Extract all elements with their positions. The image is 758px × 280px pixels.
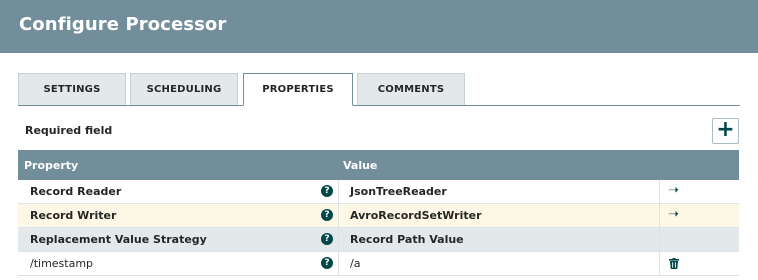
property-value[interactable]: JsonTreeReader bbox=[350, 185, 447, 198]
column-divider bbox=[338, 252, 339, 275]
column-divider bbox=[659, 252, 660, 275]
add-property-button[interactable]: + bbox=[712, 118, 739, 144]
tab-properties[interactable]: PROPERTIES bbox=[243, 73, 353, 106]
table-row: Replacement Value Strategy ? Record Path… bbox=[18, 228, 739, 252]
go-to-arrow-icon[interactable]: ➝ bbox=[668, 207, 679, 222]
tab-comments[interactable]: COMMENTS bbox=[357, 73, 465, 105]
question-circle-icon[interactable]: ? bbox=[321, 233, 333, 245]
tab-divider bbox=[18, 105, 740, 106]
column-divider bbox=[659, 180, 660, 203]
column-divider bbox=[659, 228, 660, 251]
question-circle-icon[interactable]: ? bbox=[321, 257, 333, 269]
question-circle-icon[interactable]: ? bbox=[321, 209, 333, 221]
table-header: Property Value bbox=[18, 150, 739, 180]
column-divider bbox=[338, 228, 339, 251]
properties-table: Property Value Record Reader ? JsonTreeR… bbox=[18, 150, 739, 276]
tab-settings[interactable]: SETTINGS bbox=[18, 73, 126, 105]
property-name: Record Reader bbox=[30, 185, 122, 198]
dialog-title: Configure Processor bbox=[19, 14, 227, 35]
property-name: Replacement Value Strategy bbox=[30, 233, 207, 246]
tab-scheduling[interactable]: SCHEDULING bbox=[130, 73, 238, 105]
go-to-arrow-icon[interactable]: ➝ bbox=[668, 183, 679, 198]
table-row: Record Writer ? AvroRecordSetWriter ➝ bbox=[18, 204, 739, 228]
property-value[interactable]: /a bbox=[350, 257, 360, 270]
table-row: Record Reader ? JsonTreeReader ➝ bbox=[18, 180, 739, 204]
column-header-property[interactable]: Property bbox=[24, 159, 78, 172]
dialog-header: Configure Processor bbox=[0, 0, 758, 53]
trash-icon[interactable] bbox=[669, 258, 679, 269]
table-row: /timestamp ? /a bbox=[18, 252, 739, 276]
column-header-value[interactable]: Value bbox=[343, 159, 377, 172]
property-value[interactable]: AvroRecordSetWriter bbox=[350, 209, 482, 222]
required-field-label: Required field bbox=[25, 124, 113, 137]
property-value[interactable]: Record Path Value bbox=[350, 233, 464, 246]
question-circle-icon[interactable]: ? bbox=[321, 185, 333, 197]
property-name: /timestamp bbox=[30, 257, 94, 270]
column-divider bbox=[338, 204, 339, 227]
property-name: Record Writer bbox=[30, 209, 117, 222]
tab-bar: SETTINGS SCHEDULING PROPERTIES COMMENTS bbox=[18, 73, 740, 106]
column-divider bbox=[659, 204, 660, 227]
column-divider bbox=[338, 180, 339, 203]
plus-icon: + bbox=[716, 117, 735, 142]
